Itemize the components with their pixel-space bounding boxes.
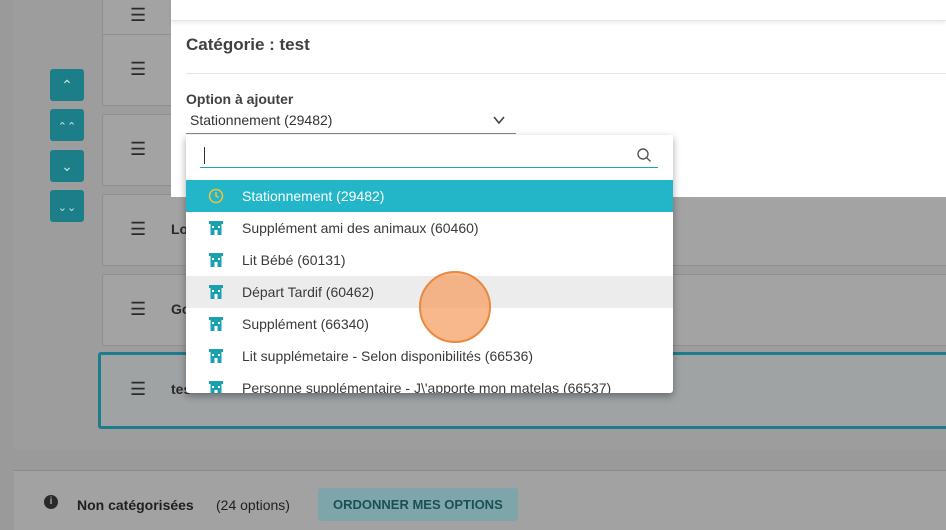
- move-up-button[interactable]: ⌃: [50, 69, 84, 101]
- dropdown-option[interactable]: Lit supplémetaire - Selon disponibilités…: [186, 340, 673, 372]
- chevron-down-icon: [493, 116, 505, 125]
- hotel-icon: [209, 349, 223, 363]
- hotel-icon: [209, 317, 223, 331]
- drag-handle-icon[interactable]: ☰: [130, 219, 146, 240]
- category-title: Catégorie : test: [186, 35, 310, 54]
- dropdown-search-input[interactable]: [204, 145, 624, 165]
- move-bottom-button[interactable]: ⌄⌄: [50, 190, 84, 222]
- dropdown-search: [200, 144, 658, 168]
- dropdown-option-label: Personne supplémentaire - J\'apporte mon…: [242, 380, 612, 393]
- dropdown-option[interactable]: Stationnement (29482): [186, 180, 673, 212]
- move-top-button[interactable]: ⌃⌃: [50, 109, 84, 141]
- hotel-icon: [209, 381, 223, 393]
- info-icon: i: [44, 495, 58, 509]
- option-dropdown: Stationnement (29482) Supplément ami des…: [186, 135, 673, 393]
- option-field-label: Option à ajouter: [186, 91, 294, 107]
- click-indicator: [419, 271, 491, 343]
- double-chevron-down-icon: ⌄⌄: [57, 202, 77, 214]
- uncategorized-count: (24 options): [216, 497, 290, 513]
- drag-handle-icon[interactable]: ☰: [130, 379, 146, 400]
- uncategorized-bar: i Non catégorisées (24 options) ORDONNER…: [14, 470, 946, 530]
- dropdown-option[interactable]: Personne supplémentaire - J\'apporte mon…: [186, 372, 673, 393]
- dropdown-option-label: Lit supplémetaire - Selon disponibilités…: [242, 348, 534, 364]
- drag-handle-icon[interactable]: ☰: [130, 299, 146, 320]
- hotel-icon: [209, 221, 223, 235]
- dropdown-option-label: Lit Bébé (60131): [242, 252, 346, 268]
- hotel-icon: [209, 253, 223, 267]
- dropdown-option[interactable]: Lit Bébé (60131): [186, 244, 673, 276]
- uncategorized-title: Non catégorisées: [77, 497, 194, 513]
- drag-handle-icon[interactable]: ☰: [130, 139, 146, 160]
- option-select-value: Stationnement (29482): [190, 112, 333, 128]
- divider: [186, 73, 946, 74]
- option-select[interactable]: Stationnement (29482): [186, 110, 516, 134]
- drag-handle-icon[interactable]: ☰: [130, 5, 146, 26]
- chevron-down-icon: ⌄: [61, 158, 73, 174]
- clock-icon: [208, 188, 224, 204]
- hotel-icon: [209, 285, 223, 299]
- modal-header: [171, 0, 946, 21]
- move-down-button[interactable]: ⌄: [50, 150, 84, 182]
- chevron-up-icon: ⌃: [61, 77, 73, 93]
- dropdown-option-label: Stationnement (29482): [242, 188, 385, 204]
- dropdown-option-label: Départ Tardif (60462): [242, 284, 375, 300]
- dropdown-option-label: Supplément (66340): [242, 316, 369, 332]
- drag-handle-icon[interactable]: ☰: [130, 59, 146, 80]
- dropdown-option[interactable]: Supplément ami des animaux (60460): [186, 212, 673, 244]
- double-chevron-up-icon: ⌃⌃: [57, 121, 77, 133]
- order-options-button[interactable]: ORDONNER MES OPTIONS: [318, 488, 518, 521]
- dropdown-option-label: Supplément ami des animaux (60460): [242, 220, 479, 236]
- text-cursor: [204, 147, 205, 164]
- search-icon: [637, 148, 651, 162]
